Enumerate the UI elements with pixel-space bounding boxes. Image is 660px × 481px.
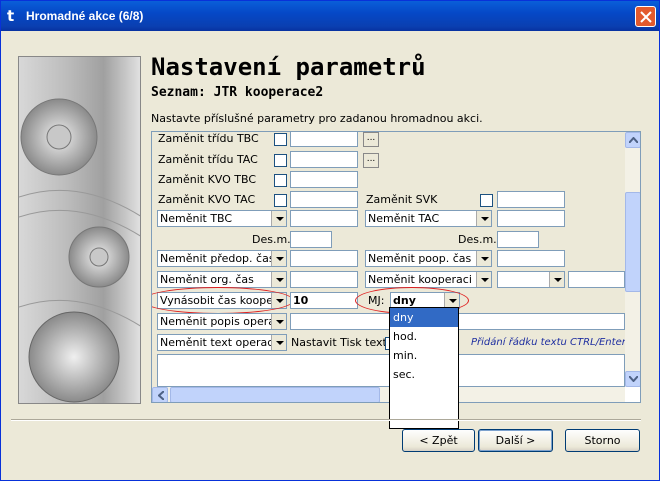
des-m-input-2[interactable] (497, 231, 539, 248)
chevron-down-icon[interactable] (271, 335, 286, 350)
chevron-down-icon[interactable] (271, 314, 286, 329)
nemenit-text-operace-value: Neměnit text operace (160, 336, 281, 349)
chevron-down-icon[interactable] (271, 272, 286, 287)
mj-dropdown-list: dny hod. min. sec. (389, 307, 459, 429)
nemenit-poop-cas-input[interactable] (497, 250, 565, 267)
kooperace-select[interactable] (497, 271, 565, 288)
vertical-scrollbar[interactable] (625, 132, 640, 387)
nemenit-org-cas-value: Neměnit org. čas (160, 273, 254, 286)
chevron-down-icon[interactable] (476, 272, 491, 287)
chevron-down-icon (629, 376, 638, 382)
chevron-up-icon (629, 137, 638, 143)
page-title: Nastavení parametrů (151, 53, 426, 81)
nemenit-popis-operace-value: Neměnit popis operace (160, 315, 287, 328)
close-button[interactable] (635, 6, 656, 27)
chevron-down-icon[interactable] (271, 251, 286, 266)
zamenit-tridu-tac-browse-button[interactable]: ... (363, 153, 379, 168)
scroll-down-button[interactable] (625, 371, 640, 387)
chevron-left-icon (158, 391, 164, 400)
zamenit-svk-input[interactable] (497, 191, 565, 208)
nemenit-poop-cas-value: Neměnit poop. čas (368, 252, 472, 265)
nemenit-poop-cas-select[interactable]: Neměnit poop. čas (365, 250, 492, 267)
cancel-button[interactable]: Storno (565, 429, 640, 452)
nastavit-tisk-textu-label: Nastavit Tisk textu (291, 336, 394, 349)
horizontal-scroll-thumb[interactable] (170, 387, 380, 402)
zamenit-kvo-tbc-label: Zaměnit KVO TBC (158, 173, 257, 186)
nemenit-kooperaci-value: Neměnit kooperaci (368, 273, 472, 286)
title-bar[interactable]: t Hromadné akce (6/8) (1, 1, 659, 31)
close-icon (640, 11, 652, 23)
chevron-down-icon[interactable] (476, 251, 491, 266)
mj-option-dny[interactable]: dny (390, 308, 458, 327)
scroll-up-button[interactable] (625, 132, 640, 148)
zamenit-kvo-tbc-checkbox[interactable] (274, 174, 287, 187)
nemenit-predop-cas-value: Neměnit předop. čas (160, 252, 275, 265)
nemenit-tac-select[interactable]: Neměnit TAC (365, 210, 492, 227)
nemenit-org-cas-select[interactable]: Neměnit org. čas (157, 271, 287, 288)
mj-option-hod[interactable]: hod. (390, 327, 458, 346)
zamenit-svk-label: Zaměnit SVK (366, 193, 438, 206)
window-title: Hromadné akce (6/8) (26, 9, 144, 23)
zamenit-kvo-tac-checkbox[interactable] (274, 194, 287, 207)
des-m-label-1: Des.m. (252, 233, 291, 246)
zamenit-tridu-tac-input[interactable] (290, 151, 358, 168)
next-button[interactable]: Další > (478, 429, 553, 452)
nemenit-tbc-select[interactable]: Neměnit TBC (157, 210, 287, 227)
page-description: Nastavte příslušné parametry pro zadanou… (151, 112, 483, 125)
nemenit-tac-value: Neměnit TAC (368, 212, 440, 225)
scroll-left-button[interactable] (152, 387, 168, 402)
zamenit-kvo-tbc-input[interactable] (290, 171, 358, 188)
nemenit-tbc-value: Neměnit TBC (160, 212, 233, 225)
kooperace-input[interactable] (568, 271, 625, 288)
des-m-input-1[interactable] (290, 231, 332, 248)
app-icon: t (7, 7, 15, 25)
back-button[interactable]: < Zpět (402, 429, 475, 452)
chevron-down-icon[interactable] (549, 272, 564, 287)
nemenit-tac-input[interactable] (497, 210, 565, 227)
des-m-label-2: Des.m. (458, 233, 497, 246)
zamenit-tridu-tbc-input[interactable] (290, 132, 358, 147)
nemenit-popis-operace-select[interactable]: Neměnit popis operace (157, 313, 287, 330)
nemenit-text-operace-select[interactable]: Neměnit text operace (157, 334, 287, 351)
nemenit-kooperaci-select[interactable]: Neměnit kooperaci (365, 271, 492, 288)
zamenit-tridu-tac-checkbox[interactable] (274, 154, 287, 167)
zamenit-kvo-tac-label: Zaměnit KVO TAC (158, 193, 256, 206)
vertical-scroll-thumb[interactable] (625, 192, 640, 292)
zamenit-tridu-tbc-browse-button[interactable]: ... (363, 132, 379, 147)
zamenit-tridu-tbc-label: Zaměnit třídu TBC (158, 132, 259, 145)
chevron-down-icon[interactable] (476, 211, 491, 226)
footer-separator (11, 419, 641, 421)
chevron-down-icon[interactable] (271, 211, 286, 226)
vynasobit-factor-input[interactable]: 10 (290, 292, 358, 309)
zamenit-tridu-tbc-checkbox[interactable] (274, 133, 287, 146)
nemenit-tbc-input[interactable] (290, 210, 358, 227)
annotation-ring-vynasobit (152, 287, 294, 314)
zamenit-kvo-tac-input[interactable] (290, 191, 358, 208)
ctrl-enter-hint: Přidání řádku textu CTRL/Enter (471, 337, 625, 348)
page-subtitle: Seznam: JTR kooperace2 (151, 85, 324, 100)
wizard-side-image (18, 56, 141, 404)
mj-option-sec[interactable]: sec. (390, 365, 458, 384)
nemenit-predop-cas-select[interactable]: Neměnit předop. čas (157, 250, 287, 267)
wizard-window: t Hromadné akce (6/8) Nastavení parametr… (0, 0, 660, 481)
nemenit-predop-cas-input[interactable] (290, 250, 358, 267)
zamenit-svk-checkbox[interactable] (480, 194, 493, 207)
mj-option-min[interactable]: min. (390, 346, 458, 365)
zamenit-tridu-tac-label: Zaměnit třídu TAC (158, 153, 258, 166)
nemenit-org-cas-input[interactable] (290, 271, 358, 288)
